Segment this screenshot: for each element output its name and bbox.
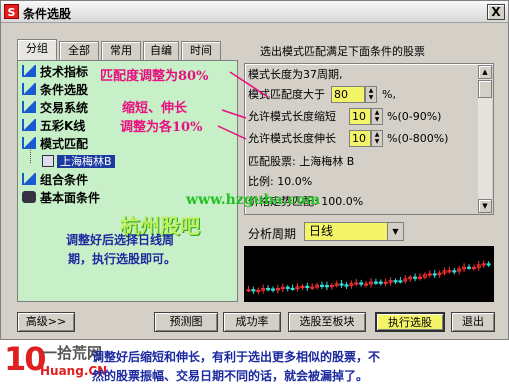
annotation-arrows [217,71,269,140]
arrow-to-shrink [221,109,247,119]
arrow-to-match [229,71,269,98]
bottom-note-line-1: 调整好后缩短和伸长，有利于选出更多相似的股票，不 [92,350,381,364]
logo-number: 10 [4,340,47,378]
arrow-to-extend [217,125,247,140]
bottom-note-line-2: 然的股票振幅、交易日期不同的话，就会被漏掉了。 [92,369,369,383]
